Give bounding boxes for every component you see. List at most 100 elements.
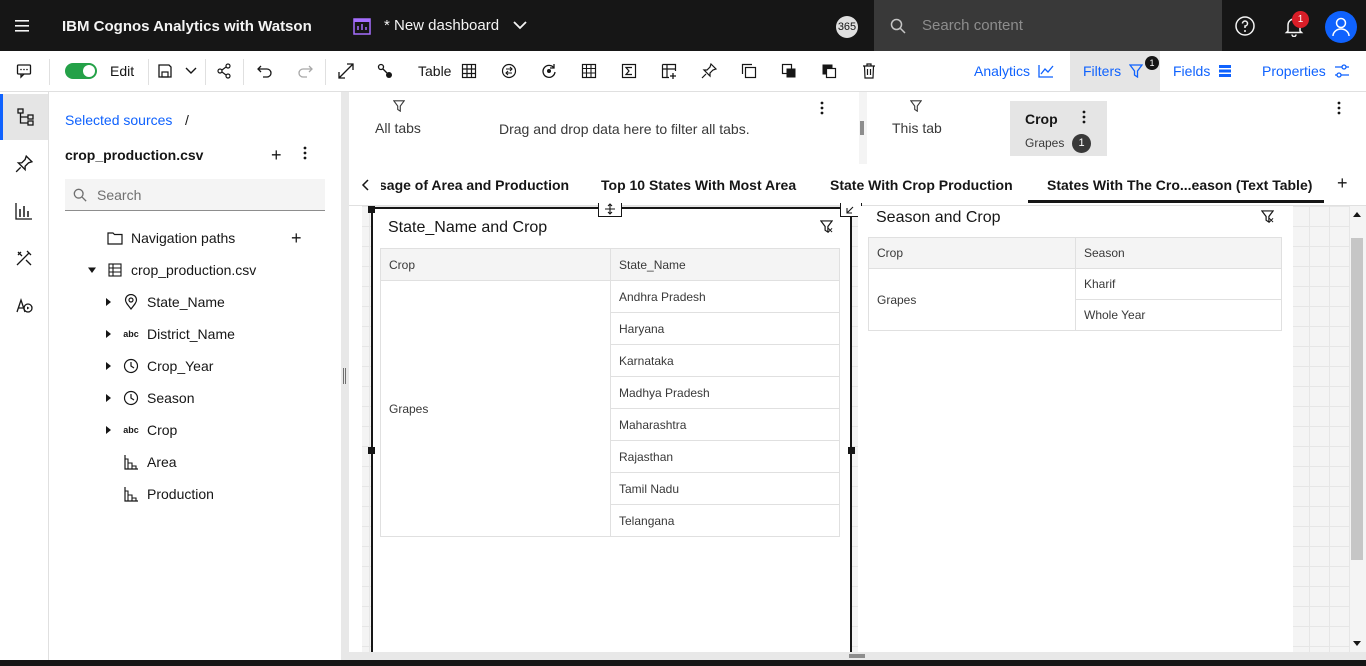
source-search-input[interactable]: Search — [65, 179, 325, 211]
tree-item-navigation-paths[interactable]: Navigation paths + — [49, 222, 341, 254]
tree-item-field[interactable]: abc Crop — [49, 414, 341, 446]
summarize-sigma-icon[interactable] — [618, 51, 640, 91]
tab-top-10-states[interactable]: Top 10 States With Most Area — [601, 177, 796, 193]
fields-button[interactable]: Fields — [1173, 51, 1232, 91]
help-icon[interactable] — [1234, 15, 1256, 37]
column-header-crop[interactable]: Crop — [868, 237, 1076, 269]
toolbar-divider — [243, 59, 244, 85]
source-search-placeholder: Search — [97, 186, 142, 203]
save-options-chevron-icon[interactable] — [182, 51, 200, 91]
breadcrumb-selected-sources[interactable]: Selected sources — [65, 112, 172, 128]
caret-down-icon[interactable] — [87, 265, 97, 275]
widget-move-handle-icon[interactable] — [598, 203, 622, 217]
visualizations-rail-icon[interactable] — [0, 188, 48, 234]
column-header-season[interactable]: Season — [1075, 237, 1282, 269]
hamburger-menu-icon[interactable] — [0, 0, 44, 51]
canvas-horizontal-scrollbar[interactable] — [349, 652, 1366, 660]
add-column-icon[interactable] — [658, 51, 680, 91]
column-header-crop[interactable]: Crop — [380, 248, 611, 281]
refresh-icon[interactable] — [538, 51, 560, 91]
properties-button[interactable]: Properties — [1262, 51, 1350, 91]
save-icon[interactable] — [155, 51, 175, 91]
data-sources-rail-icon[interactable] — [0, 94, 48, 140]
tree-item-field[interactable]: Area — [49, 446, 341, 478]
tree-item-label: District_Name — [147, 326, 235, 342]
pin-icon[interactable] — [698, 51, 720, 91]
widget-filter-icon[interactable] — [1261, 210, 1274, 223]
scrollbar-thumb[interactable] — [849, 654, 865, 658]
this-tab-filter-dropzone[interactable]: This tab Crop Grapes 1 — [867, 92, 1366, 164]
tree-item-field[interactable]: abc District_Name — [49, 318, 341, 350]
bring-to-front-icon[interactable] — [778, 51, 800, 91]
state-crop-table-widget[interactable]: State_Name and Crop Crop State_Name Grap… — [371, 207, 852, 660]
caret-right-icon[interactable] — [103, 329, 113, 339]
user-badge-365[interactable]: 365 — [836, 16, 858, 38]
crop-filter-chip[interactable]: Crop Grapes 1 — [1010, 101, 1107, 156]
resize-handle-top-left[interactable] — [368, 206, 375, 213]
resize-handle-left[interactable] — [368, 447, 375, 454]
tree-item-field[interactable]: State_Name — [49, 286, 341, 318]
edit-mode-toggle[interactable] — [65, 63, 97, 79]
tab-area-production[interactable]: sage of Area and Production — [379, 177, 569, 193]
column-header-state-name[interactable]: State_Name — [610, 248, 840, 281]
widget-filter-icon[interactable] — [820, 220, 833, 233]
dashboard-switcher[interactable]: * New dashboard — [352, 0, 527, 51]
chevron-down-icon[interactable] — [513, 21, 527, 30]
add-source-plus-icon[interactable]: + — [271, 145, 282, 166]
tab-states-text-table[interactable]: States With The Cro...eason (Text Table) — [1047, 177, 1312, 193]
visualization-type-label[interactable]: Table — [418, 63, 451, 79]
all-tabs-overflow-menu-icon[interactable] — [820, 101, 824, 115]
resize-handle-right[interactable] — [848, 447, 855, 454]
filters-label: Filters — [1083, 63, 1122, 79]
clock-icon — [123, 390, 139, 406]
splitter-grip[interactable] — [343, 368, 346, 384]
caret-right-icon[interactable] — [103, 361, 113, 371]
tree-item-field[interactable]: Season — [49, 382, 341, 414]
notifications-count-badge: 1 — [1292, 11, 1309, 28]
crosstab-icon[interactable] — [578, 51, 600, 91]
delete-trash-icon[interactable] — [858, 51, 880, 91]
swap-icon[interactable] — [498, 51, 520, 91]
connect-nodes-icon[interactable] — [374, 51, 396, 91]
user-avatar-icon[interactable] — [1325, 11, 1357, 43]
share-icon[interactable] — [213, 51, 235, 91]
tabs-scroll-left-icon[interactable] — [349, 164, 381, 205]
abc-icon: abc — [123, 329, 139, 339]
tree-item-field[interactable]: Production — [49, 478, 341, 510]
scrollbar-thumb[interactable] — [1351, 238, 1363, 560]
caret-right-icon[interactable] — [103, 297, 113, 307]
filter-chip-value: Grapes — [1025, 136, 1065, 150]
canvas-vertical-scrollbar[interactable] — [1350, 206, 1366, 652]
filter-area-resize-grip[interactable] — [860, 121, 864, 135]
caret-right-icon[interactable] — [103, 425, 113, 435]
top-bar: IBM Cognos Analytics with Watson * New d… — [0, 0, 1366, 51]
filter-chip-overflow-menu-icon[interactable] — [1082, 110, 1086, 124]
undo-icon[interactable] — [254, 51, 276, 91]
send-to-back-icon[interactable] — [818, 51, 840, 91]
table-cell-state: Andhra Pradesh — [610, 280, 840, 313]
tree-item-field[interactable]: Crop_Year — [49, 350, 341, 382]
tree-item-table[interactable]: crop_production.csv — [49, 254, 341, 286]
pin-rail-icon[interactable] — [0, 141, 48, 187]
table-row: Grapes Kharif — [868, 268, 1282, 331]
tab-state-crop-production[interactable]: State With Crop Production — [830, 177, 1013, 193]
all-tabs-filter-dropzone[interactable]: All tabs Drag and drop data here to filt… — [349, 92, 859, 164]
this-tab-overflow-menu-icon[interactable] — [1337, 101, 1341, 115]
analytics-button[interactable]: Analytics — [974, 51, 1054, 91]
expand-icon[interactable] — [335, 51, 357, 91]
search-content-field[interactable]: Search content — [874, 0, 1222, 51]
table-grid-icon[interactable] — [458, 51, 480, 91]
filter-bar: All tabs Drag and drop data here to filt… — [349, 92, 1366, 164]
duplicate-icon[interactable] — [738, 51, 760, 91]
widgets-tools-rail-icon[interactable] — [0, 235, 48, 281]
comment-icon[interactable] — [10, 51, 38, 91]
filters-count-badge: 1 — [1145, 56, 1159, 70]
redo-icon[interactable] — [294, 51, 316, 91]
add-tab-plus-icon[interactable]: + — [1337, 173, 1348, 194]
season-crop-table-widget[interactable]: Season and Crop Crop Season Grapes Khari… — [858, 206, 1293, 660]
add-navigation-path-plus-icon[interactable]: + — [291, 228, 302, 249]
bottom-edge — [0, 660, 1366, 666]
assistant-rail-icon[interactable] — [0, 282, 48, 328]
source-overflow-menu-icon[interactable] — [303, 146, 307, 160]
caret-right-icon[interactable] — [103, 393, 113, 403]
